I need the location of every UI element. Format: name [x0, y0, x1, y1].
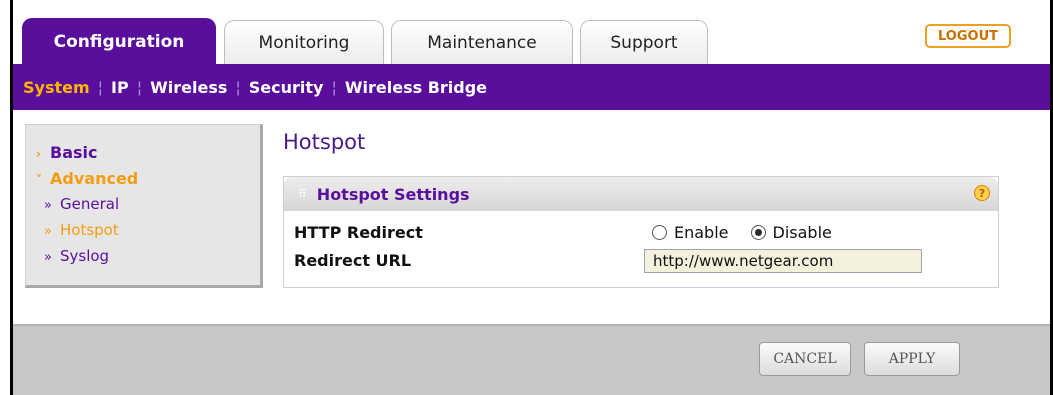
http-redirect-label: HTTP Redirect — [294, 222, 423, 242]
help-icon[interactable]: ? — [974, 185, 990, 201]
sidebar-item-label: Syslog — [60, 247, 110, 265]
apply-button[interactable]: APPLY — [864, 342, 960, 376]
logout-button[interactable]: LOGOUT — [925, 24, 1011, 48]
subnav-separator: ¦ — [97, 77, 104, 97]
sidebar-item-syslog[interactable]: » Syslog — [26, 243, 260, 269]
disable-radio-label: Disable — [772, 222, 832, 242]
http-redirect-row: HTTP Redirect — [294, 219, 423, 245]
subnav-separator: ¦ — [235, 77, 241, 97]
sidebar-item-hotspot[interactable]: » Hotspot — [26, 217, 260, 243]
redirect-url-input[interactable] — [644, 249, 922, 273]
radio-selected-dot — [754, 228, 762, 236]
sidebar-item-label: Advanced — [50, 168, 139, 188]
redirect-url-row: Redirect URL — [294, 247, 411, 273]
panel-header: ⠿ Hotspot Settings ? — [284, 177, 998, 211]
redirect-url-label: Redirect URL — [294, 250, 412, 270]
sidebar-item-label: Hotspot — [60, 221, 119, 239]
top-tab-bar: Configuration Monitoring Maintenance Sup… — [13, 0, 1050, 64]
sidebar-item-label: General — [60, 195, 120, 213]
enable-radio-label: Enable — [674, 222, 729, 242]
sidebar-item-basic[interactable]: › Basic — [26, 139, 260, 165]
disable-radio[interactable] — [750, 224, 766, 240]
double-chevron-icon: » — [44, 198, 52, 213]
tab-support[interactable]: Support — [580, 20, 708, 64]
sidebar-item-label: Basic — [50, 142, 98, 162]
subnav-item-system[interactable]: System — [23, 78, 90, 97]
tab-monitoring[interactable]: Monitoring — [224, 20, 384, 64]
sub-navigation: System ¦ IP ¦ Wireless ¦ Security ¦ Wire… — [13, 64, 1050, 110]
page-title: Hotspot — [283, 130, 366, 154]
double-chevron-icon: » — [44, 250, 52, 265]
chevron-right-icon: › — [36, 146, 41, 161]
tab-maintenance[interactable]: Maintenance — [391, 20, 573, 64]
subnav-item-ip[interactable]: IP — [111, 78, 129, 97]
panel-title: Hotspot Settings — [316, 184, 470, 204]
subnav-item-wireless-bridge[interactable]: Wireless Bridge — [345, 78, 487, 97]
double-chevron-icon: » — [44, 224, 52, 239]
enable-radio[interactable] — [652, 224, 667, 240]
sidebar-item-advanced[interactable]: ˅ Advanced — [26, 165, 260, 191]
grip-icon: ⠿ — [298, 187, 307, 201]
cancel-button[interactable]: CANCEL — [759, 342, 851, 376]
button-bar: CANCEL APPLY — [13, 324, 1050, 395]
subnav-item-security[interactable]: Security — [249, 78, 324, 97]
subnav-item-wireless[interactable]: Wireless — [150, 78, 227, 97]
sidebar-item-general[interactable]: » General — [26, 191, 260, 217]
main-content: › Basic ˅ Advanced » General » Hotspot » Sysl… — [13, 110, 1050, 324]
subnav-separator: ¦ — [136, 77, 143, 97]
router-admin-window: Configuration Monitoring Maintenance Sup… — [10, 0, 1053, 395]
subnav-separator: ¦ — [331, 77, 337, 97]
sidebar-menu: › Basic ˅ Advanced » General » Hotspot » Sysl… — [25, 124, 263, 288]
chevron-down-icon: ˅ — [36, 172, 42, 187]
http-redirect-radio-group: Enable Disable — [652, 219, 854, 245]
hotspot-settings-panel: ⠿ Hotspot Settings ? HTTP Redirect Enabl… — [283, 176, 999, 288]
tab-configuration[interactable]: Configuration — [22, 18, 216, 64]
